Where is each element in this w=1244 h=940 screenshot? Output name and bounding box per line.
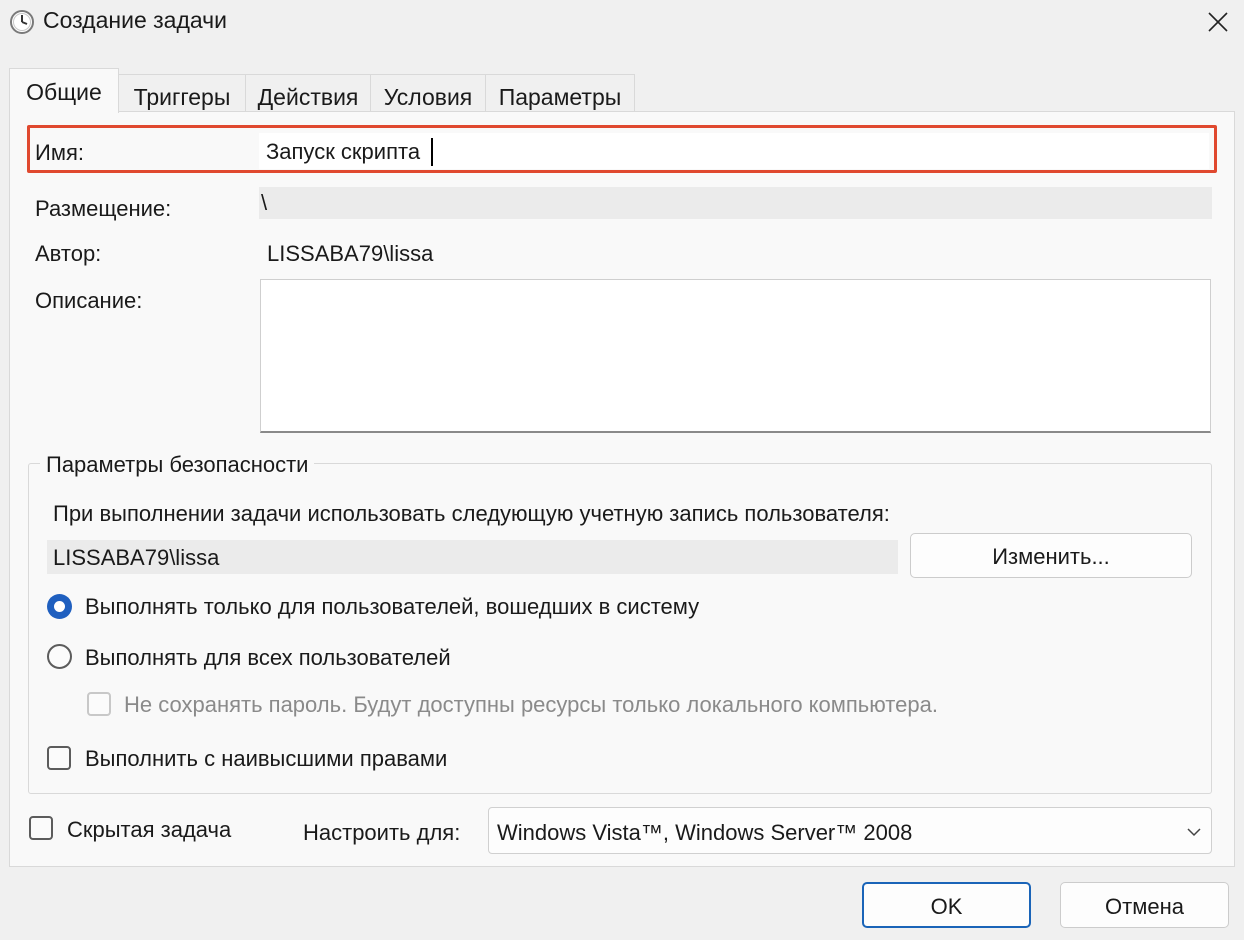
configure-for-label: Настроить для:: [303, 820, 461, 845]
radio-all-users[interactable]: [47, 644, 72, 669]
cancel-button[interactable]: Отмена: [1060, 882, 1229, 928]
close-button[interactable]: [1192, 0, 1244, 44]
window-title: Создание задачи: [43, 7, 227, 33]
description-label: Описание:: [35, 288, 143, 313]
tab-triggers[interactable]: Триггеры: [118, 74, 246, 112]
ok-button[interactable]: OK: [862, 882, 1031, 928]
name-input[interactable]: Запуск скрипта: [259, 133, 1209, 169]
author-label: Автор:: [35, 241, 102, 266]
no-store-password-checkbox[interactable]: [87, 692, 111, 716]
change-user-button[interactable]: Изменить...: [910, 533, 1192, 578]
no-store-password-label: Не сохранять пароль. Будут доступны ресу…: [124, 692, 938, 717]
author-value: LISSABA79\lissa: [267, 241, 434, 266]
security-group-title: Параметры безопасности: [40, 452, 315, 478]
change-user-button-label: Изменить...: [992, 544, 1110, 569]
tab-general[interactable]: Общие: [9, 68, 119, 113]
radio-logged-on-users[interactable]: [47, 594, 72, 619]
user-account-value: LISSABA79\lissa: [53, 545, 220, 570]
location-field: \: [259, 187, 1212, 219]
tab-settings-label: Параметры: [498, 84, 622, 110]
chevron-down-icon: [1187, 828, 1201, 837]
tab-conditions-label: Условия: [383, 84, 473, 110]
name-label: Имя:: [35, 140, 84, 165]
configure-for-value: Windows Vista™, Windows Server™ 2008: [497, 820, 913, 845]
task-scheduler-clock-icon: [9, 9, 35, 35]
close-icon: [1208, 12, 1228, 32]
location-label: Размещение:: [35, 196, 172, 221]
hidden-task-label: Скрытая задача: [67, 817, 232, 842]
radio-logged-on-label: Выполнять только для пользователей, воше…: [85, 594, 700, 619]
tab-triggers-label: Триггеры: [133, 84, 231, 110]
user-account-field: LISSABA79\lissa: [47, 540, 898, 574]
account-prompt: При выполнении задачи использовать следу…: [53, 501, 890, 526]
highest-privileges-checkbox[interactable]: [47, 746, 71, 770]
cancel-button-label: Отмена: [1105, 894, 1184, 919]
location-value: \: [261, 190, 268, 215]
tab-general-label: Общие: [26, 79, 102, 105]
title-bar: Создание задачи: [0, 0, 1244, 44]
hidden-task-checkbox[interactable]: [29, 816, 53, 840]
highest-privileges-label: Выполнить с наивысшими правами: [85, 746, 448, 771]
configure-for-dropdown[interactable]: Windows Vista™, Windows Server™ 2008: [488, 807, 1212, 854]
tab-settings[interactable]: Параметры: [485, 74, 635, 112]
name-input-value: Запуск скрипта: [266, 139, 421, 164]
tab-actions-label: Действия: [257, 84, 359, 110]
radio-all-users-label: Выполнять для всех пользователей: [85, 645, 451, 670]
description-textarea[interactable]: [260, 279, 1211, 433]
tab-conditions[interactable]: Условия: [370, 74, 486, 112]
ok-button-label: OK: [930, 894, 963, 919]
tab-actions[interactable]: Действия: [245, 74, 371, 112]
text-caret: [431, 138, 433, 166]
